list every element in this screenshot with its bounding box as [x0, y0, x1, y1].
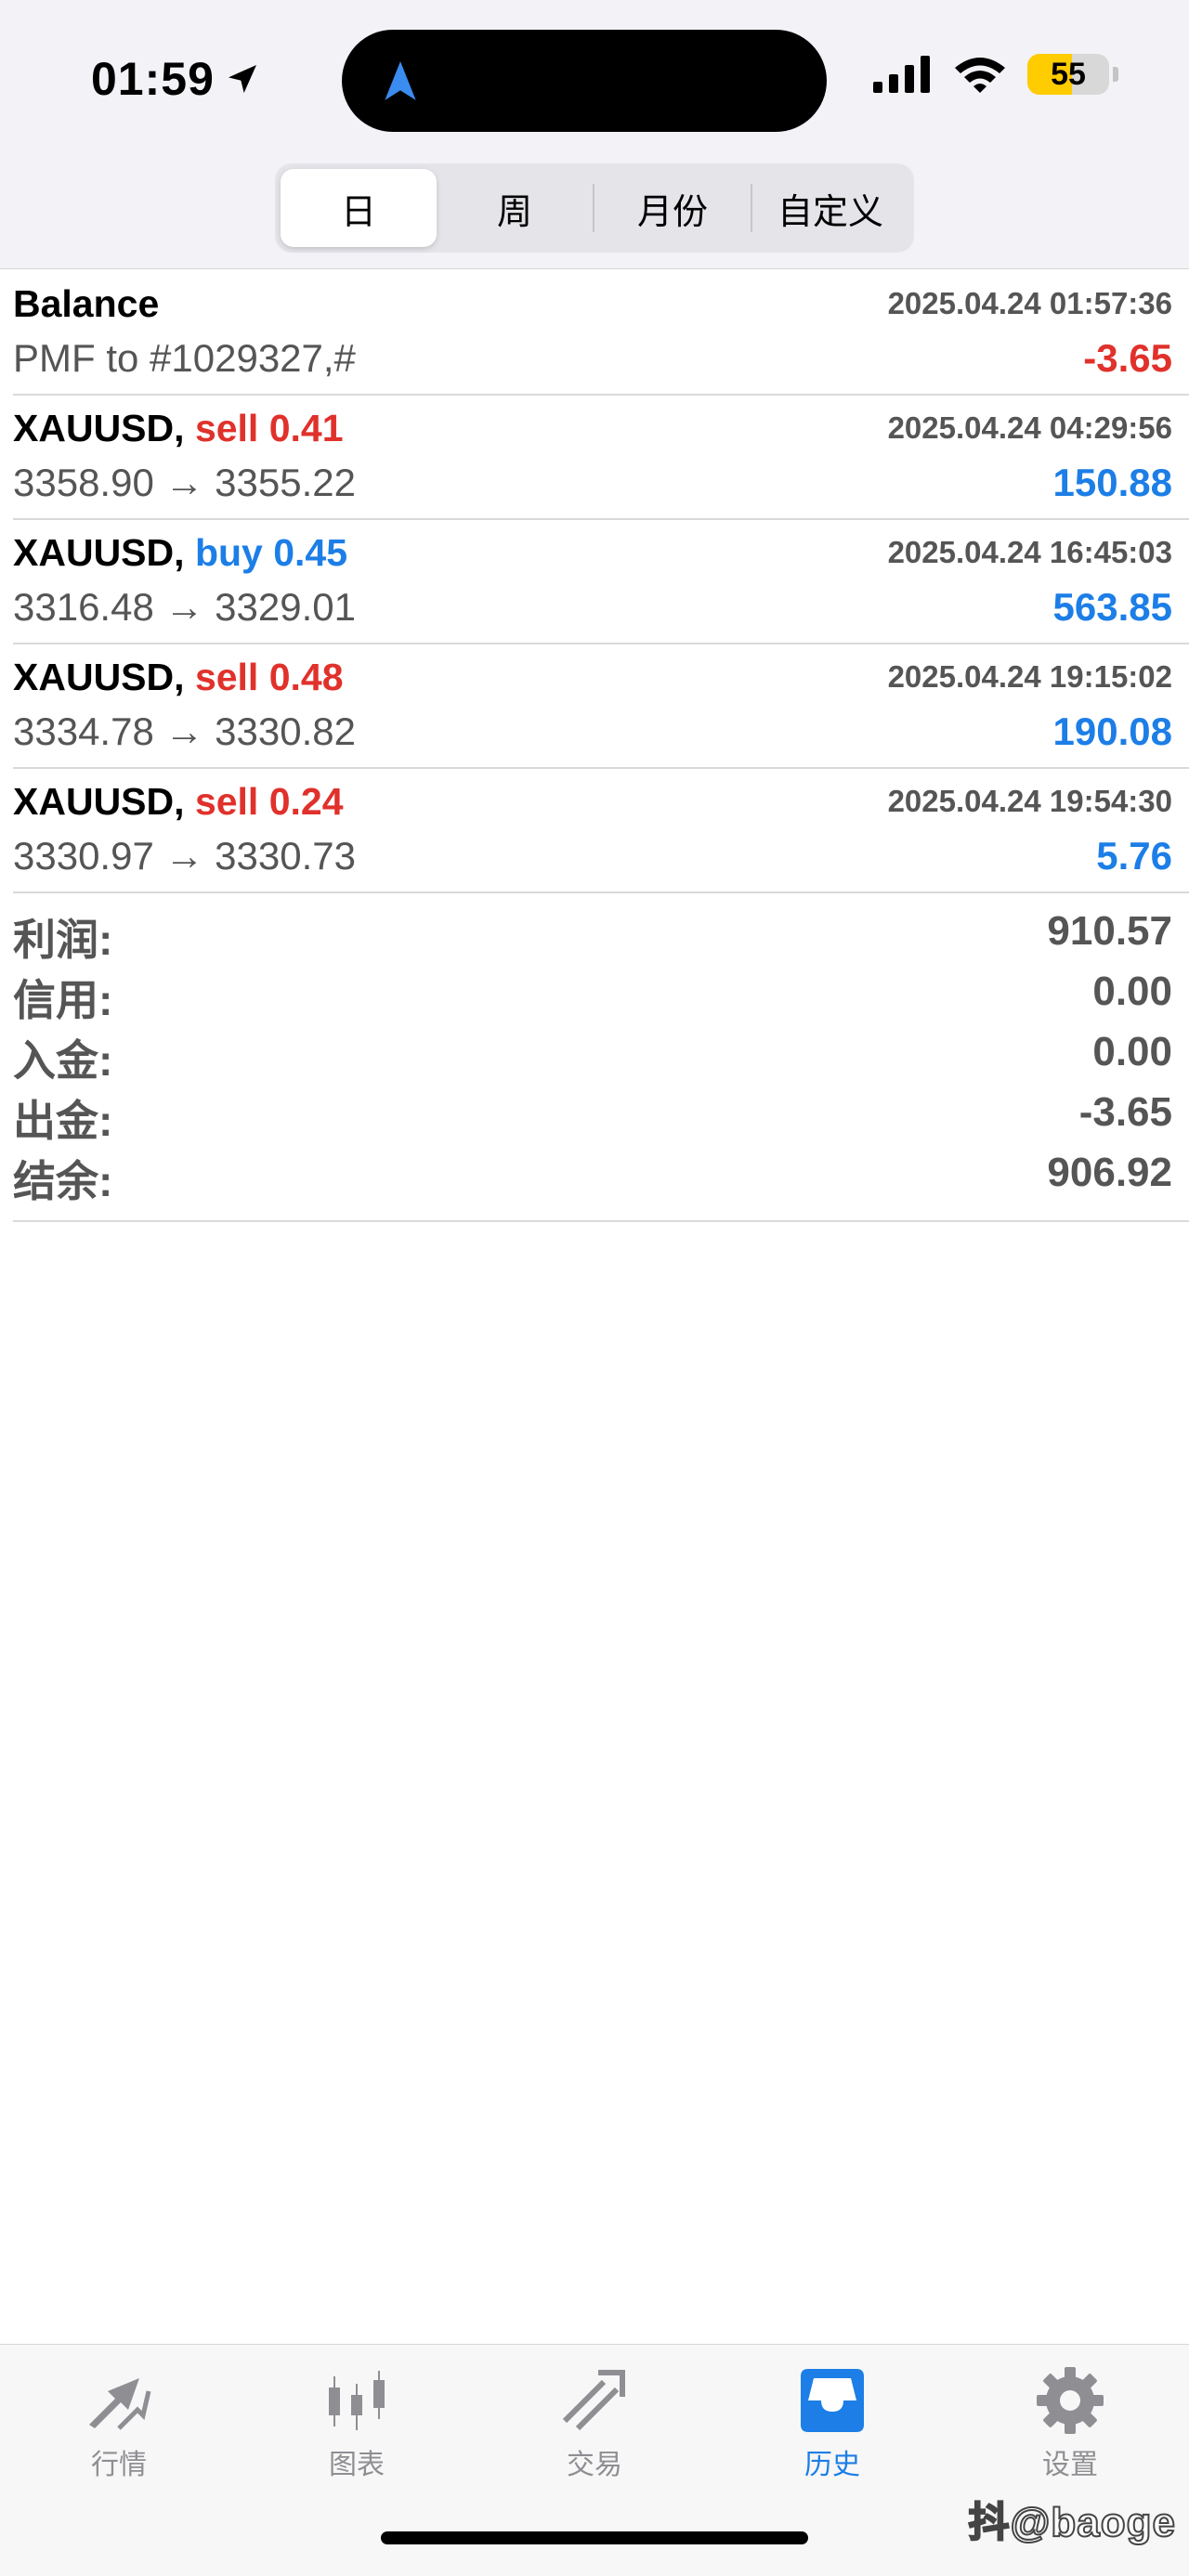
deal-time: 2025.04.24 19:15:02	[887, 659, 1172, 694]
battery-cap	[1113, 67, 1118, 82]
status-indicators: 55	[873, 54, 1118, 95]
deal-time: 2025.04.24 01:57:36	[887, 286, 1172, 320]
home-indicator[interactable]	[381, 2531, 808, 2544]
tab-trade[interactable]: 交易	[520, 2363, 669, 2493]
status-bar: 01:59 55	[0, 0, 1189, 139]
tab-quotes[interactable]: 行情	[45, 2363, 193, 2493]
summary-balance-value: 906.92	[1047, 1150, 1172, 1195]
tab-history[interactable]: 历史	[758, 2363, 907, 2493]
period-month-tab[interactable]: 月份	[594, 169, 751, 247]
period-filter-bar: 日 周 月份 自定义	[0, 139, 1189, 269]
deal-title: XAUUSD, buy 0.45	[13, 531, 347, 575]
deal-time: 2025.04.24 16:45:03	[887, 535, 1172, 569]
deal-row[interactable]: XAUUSD, buy 0.45 2025.04.24 16:45:03 331…	[13, 520, 1189, 644]
deal-amount: 563.85	[1052, 585, 1172, 629]
summary-balance-label: 结余:	[13, 1157, 113, 1205]
deal-symbol: Balance	[13, 282, 160, 325]
battery-indicator: 55	[1027, 54, 1109, 95]
summary-withdrawal-row: 出金: -3.65	[13, 1080, 1189, 1145]
battery-percent: 55	[1051, 56, 1086, 92]
deal-symbol: XAUUSD,	[13, 780, 185, 823]
deal-amount: 5.76	[1096, 834, 1172, 878]
deal-side-volume: sell 0.41	[194, 407, 344, 449]
deal-symbol: XAUUSD,	[13, 656, 185, 698]
summary-credit-value: 0.00	[1092, 969, 1172, 1014]
period-week-tab[interactable]: 周	[437, 169, 593, 247]
tab-label: 历史	[804, 2450, 860, 2480]
tab-label: 交易	[567, 2450, 622, 2480]
deal-title: XAUUSD, sell 0.41	[13, 407, 344, 450]
tab-label: 行情	[91, 2450, 147, 2480]
clock-text: 01:59	[91, 53, 215, 105]
deal-side-volume: sell 0.48	[194, 656, 344, 698]
chart-icon	[329, 2371, 385, 2430]
period-segmented-control: 日 周 月份 自定义	[275, 163, 914, 253]
summary-credit-row: 信用: 0.00	[13, 959, 1189, 1024]
navigation-arrow-icon	[385, 61, 416, 100]
status-time: 01:59	[91, 52, 261, 106]
deal-symbol: XAUUSD,	[13, 407, 185, 449]
deal-amount: 150.88	[1052, 461, 1172, 504]
deal-amount: -3.65	[1083, 336, 1172, 380]
summary-withdrawal-value: -3.65	[1078, 1089, 1172, 1135]
deal-symbol: XAUUSD,	[13, 531, 185, 574]
summary-profit-value: 910.57	[1047, 908, 1172, 954]
deal-price-range: 3330.97 → 3330.73	[13, 834, 356, 878]
tab-label: 图表	[329, 2450, 385, 2480]
deal-row-balance[interactable]: Balance 2025.04.24 01:57:36 PMF to #1029…	[13, 271, 1189, 396]
deal-row[interactable]: XAUUSD, sell 0.48 2025.04.24 19:15:02 33…	[13, 644, 1189, 769]
deal-time: 2025.04.24 19:54:30	[887, 784, 1172, 818]
deal-row[interactable]: XAUUSD, sell 0.41 2025.04.24 04:29:56 33…	[13, 396, 1189, 520]
tab-chart[interactable]: 图表	[282, 2363, 431, 2493]
summary-profit-row: 利润: 910.57	[13, 899, 1189, 964]
deal-time: 2025.04.24 04:29:56	[887, 410, 1172, 445]
deal-title: XAUUSD, sell 0.48	[13, 656, 344, 699]
location-arrow-icon	[228, 65, 256, 93]
deal-amount: 190.08	[1052, 709, 1172, 753]
deal-side-volume: buy 0.45	[194, 531, 348, 574]
deal-side-volume: sell 0.24	[194, 780, 344, 823]
deal-price-range: 3334.78 → 3330.82	[13, 709, 356, 753]
quotes-icon	[89, 2378, 151, 2430]
summary-deposit-value: 0.00	[1092, 1029, 1172, 1074]
summary-deposit-row: 入金: 0.00	[13, 1020, 1189, 1085]
period-custom-tab[interactable]: 自定义	[752, 169, 908, 247]
history-icon	[801, 2369, 864, 2432]
deal-row[interactable]: XAUUSD, sell 0.24 2025.04.24 19:54:30 33…	[13, 769, 1189, 893]
deal-price-range: 3316.48 → 3329.01	[13, 585, 356, 629]
watermark: 抖@baoge	[968, 2499, 1176, 2546]
deal-title: XAUUSD, sell 0.24	[13, 780, 344, 824]
period-day-tab[interactable]: 日	[281, 169, 437, 247]
cellular-signal-icon	[873, 56, 930, 93]
history-deal-list: Balance 2025.04.24 01:57:36 PMF to #1029…	[0, 271, 1189, 893]
dynamic-island	[342, 30, 827, 132]
tab-label: 设置	[1042, 2450, 1098, 2480]
summary-balance-row: 结余: 906.92	[13, 1140, 1189, 1205]
tab-settings[interactable]: 设置	[996, 2363, 1144, 2493]
deal-comment: PMF to #1029327,#	[13, 336, 356, 380]
deal-title: Balance	[13, 282, 159, 326]
trade-icon	[562, 2370, 625, 2431]
history-summary: 利润: 910.57 信用: 0.00 入金: 0.00 出金: -3.65 结…	[13, 899, 1189, 1222]
deal-price-range: 3358.90 → 3355.22	[13, 461, 356, 504]
wifi-icon	[955, 58, 1005, 93]
settings-icon	[1037, 2367, 1104, 2434]
